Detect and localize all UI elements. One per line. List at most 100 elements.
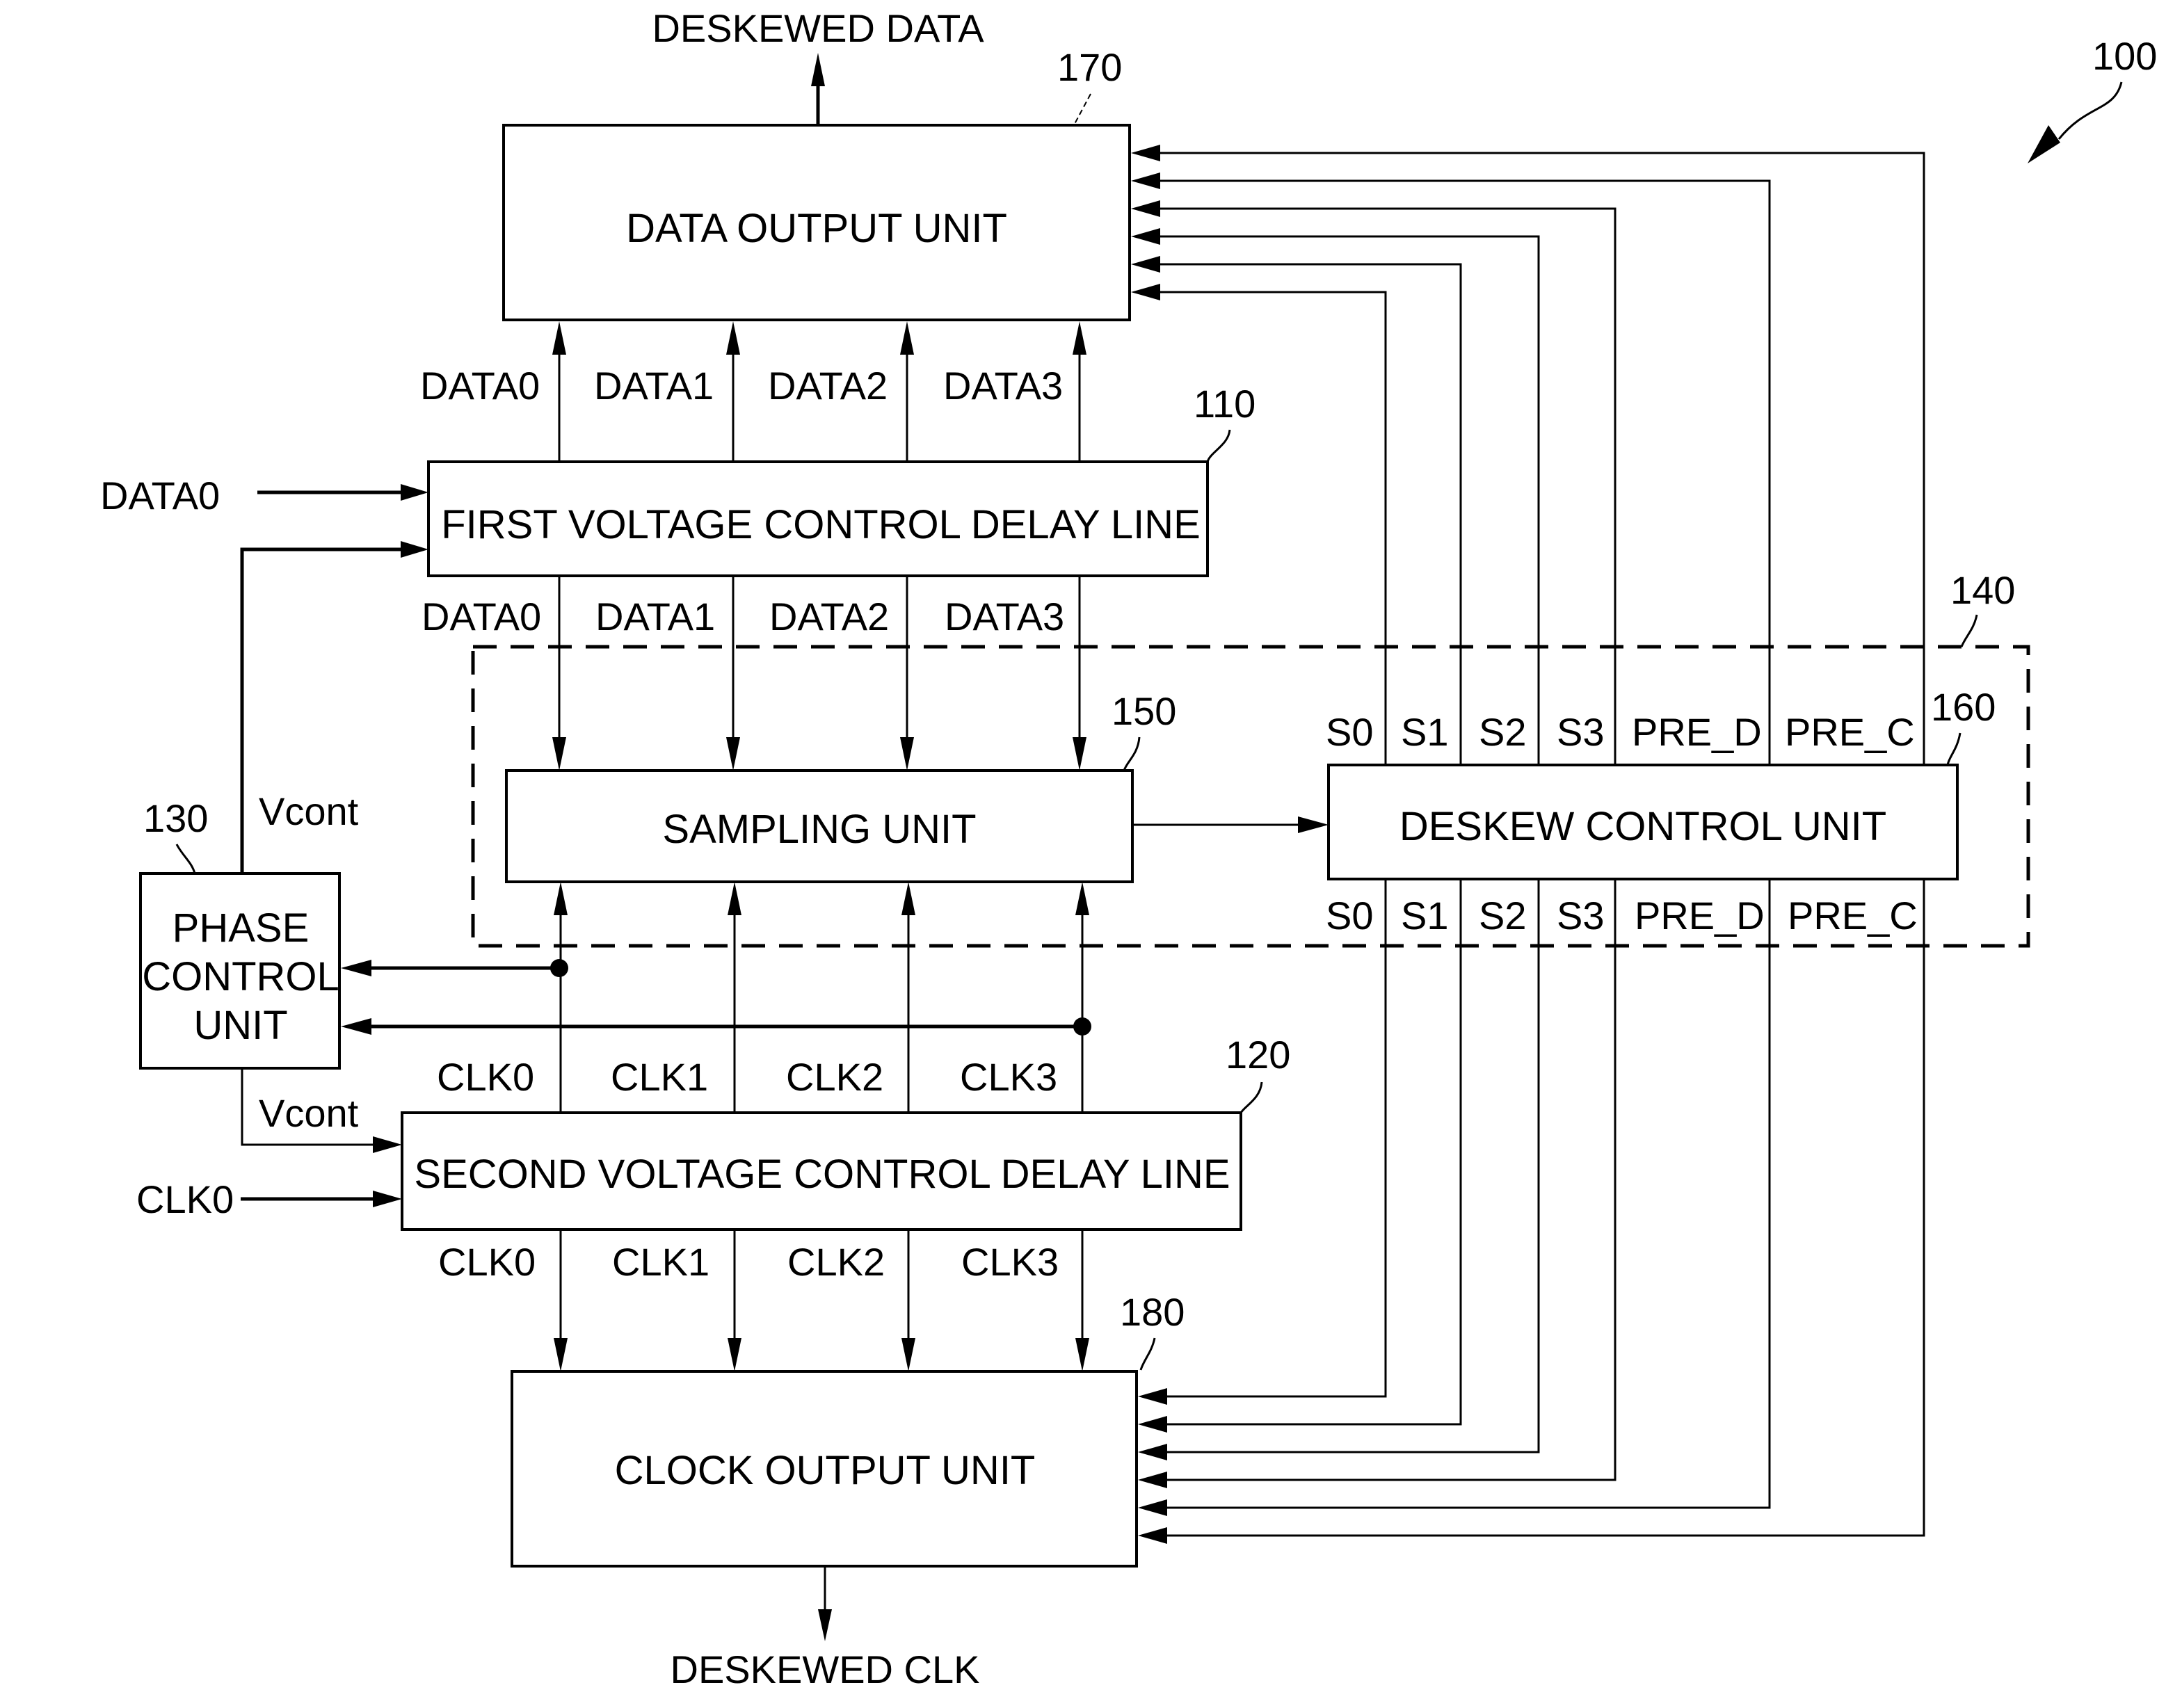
- data0-lower-arrowhead: [552, 737, 566, 771]
- pre-c-upper-label: PRE_C: [1785, 710, 1915, 754]
- clk2-upper-label: CLK2: [786, 1055, 883, 1099]
- sampling-to-deskew-arrowhead: [1298, 816, 1329, 833]
- data1-lower-arrowhead: [726, 737, 740, 771]
- clk3-feedback-arrowhead: [341, 1018, 371, 1035]
- clk1-upper-label: CLK1: [611, 1055, 708, 1099]
- vcont-upper-arrowhead: [401, 541, 428, 558]
- vcont-upper-label: Vcont: [259, 789, 359, 833]
- s2-up-arrowhead: [1131, 228, 1160, 245]
- ref-120-leader: [1240, 1081, 1263, 1113]
- pre-c-down-arrowhead: [1138, 1527, 1167, 1544]
- data2-upper-arrowhead: [900, 321, 914, 355]
- data3-lower-label: DATA3: [945, 595, 1064, 638]
- ref-110-leader: [1206, 429, 1231, 462]
- deskewed-clk-label: DESKEWED CLK: [671, 1647, 980, 1691]
- deskewed-data-label: DESKEWED DATA: [652, 6, 984, 50]
- control-wires-to-clock-output: [1138, 879, 1925, 1544]
- ref-160-leader: [1946, 732, 1962, 766]
- s1-down-arrowhead: [1138, 1416, 1167, 1433]
- data1-upper-arrowhead: [726, 321, 740, 355]
- clk3-upper-label: CLK3: [960, 1055, 1057, 1099]
- clk-input-label: CLK0: [136, 1177, 234, 1221]
- data0-lower-label: DATA0: [422, 595, 541, 638]
- s3-up-arrowhead: [1131, 200, 1160, 217]
- data3-upper-label: DATA3: [943, 364, 1063, 408]
- pre-d-wire-down: [1166, 879, 1771, 1509]
- ref-130-leader: [175, 844, 196, 874]
- ref-180-leader: [1139, 1337, 1156, 1371]
- clk1-lower-label: CLK1: [612, 1240, 709, 1284]
- clk3-lower-arrowhead: [1075, 1338, 1089, 1371]
- ref-180: 180: [1120, 1290, 1185, 1334]
- ref-150: 150: [1112, 689, 1176, 733]
- phase-control-unit-line1: PHASE: [173, 905, 310, 951]
- data0-upper-label: DATA0: [420, 364, 540, 408]
- clk0-upper-arrowhead: [554, 882, 568, 915]
- s0-down-arrowhead: [1138, 1388, 1167, 1405]
- ref-170: 170: [1057, 45, 1122, 89]
- clk3-upper-arrowhead: [1075, 882, 1089, 915]
- ref-140-leader: [1960, 614, 1978, 647]
- s2-lower-label: S2: [1479, 894, 1527, 937]
- s3-lower-label: S3: [1557, 894, 1605, 937]
- vcont-lower-arrowhead: [373, 1136, 402, 1153]
- data-output-unit-label: DATA OUTPUT UNIT: [626, 206, 1007, 251]
- data-input-arrowhead: [401, 484, 428, 501]
- second-vcdl-label: SECOND VOLTAGE CONTROL DELAY LINE: [414, 1152, 1230, 1197]
- data-input-label: DATA0: [100, 474, 220, 517]
- pre-d-wire-up: [1158, 179, 1771, 765]
- clk2-upper-arrowhead: [901, 882, 915, 915]
- sampling-unit-label: SAMPLING UNIT: [662, 807, 976, 852]
- pre-d-upper-label: PRE_D: [1632, 710, 1762, 754]
- pre-c-wire-up: [1158, 152, 1925, 765]
- s2-upper-label: S2: [1479, 710, 1527, 754]
- s1-up-arrowhead: [1131, 256, 1160, 273]
- deskew-circuit-diagram: 100 DESKEWED DATA DATA OUTPUT UNIT 170 F…: [100, 6, 2157, 1691]
- data2-lower-arrowhead: [900, 737, 914, 771]
- data3-upper-arrowhead: [1073, 321, 1086, 355]
- clk2-lower-label: CLK2: [787, 1240, 885, 1284]
- clk1-lower-arrowhead: [728, 1338, 741, 1371]
- data2-lower-label: DATA2: [769, 595, 889, 638]
- s0-upper-label: S0: [1326, 710, 1374, 754]
- s0-lower-label: S0: [1326, 894, 1374, 937]
- data2-upper-label: DATA2: [768, 364, 888, 408]
- s0-up-arrowhead: [1131, 284, 1160, 300]
- clk0-junction-dot: [550, 959, 568, 977]
- clk3-lower-label: CLK3: [961, 1240, 1059, 1284]
- pre-c-up-arrowhead: [1131, 145, 1160, 161]
- control-wires-to-data-output: [1131, 145, 1925, 765]
- ref-150-leader: [1123, 736, 1141, 771]
- data3-lower-arrowhead: [1073, 737, 1086, 771]
- clk0-upper-label: CLK0: [437, 1055, 534, 1099]
- deskew-control-unit-label: DESKEW CONTROL UNIT: [1399, 804, 1886, 849]
- clk0-lower-arrowhead: [554, 1338, 568, 1371]
- data0-upper-arrowhead: [552, 321, 566, 355]
- s1-lower-label: S1: [1401, 894, 1449, 937]
- ref-110: 110: [1194, 382, 1256, 426]
- data1-lower-label: DATA1: [595, 595, 715, 638]
- clk-input-arrowhead: [373, 1191, 402, 1207]
- clk0-feedback-arrowhead: [341, 960, 371, 976]
- figure-ref-100: 100: [2092, 34, 2157, 78]
- ref-140: 140: [1950, 568, 2015, 612]
- s2-wire-up: [1158, 235, 1540, 765]
- clk2-lower-arrowhead: [901, 1338, 915, 1371]
- pre-c-lower-label: PRE_C: [1788, 894, 1918, 937]
- ref-160: 160: [1931, 685, 1996, 729]
- clk1-upper-arrowhead: [728, 882, 741, 915]
- s3-upper-label: S3: [1557, 710, 1605, 754]
- vcont-lower-label: Vcont: [259, 1091, 359, 1135]
- ref-120: 120: [1226, 1033, 1290, 1077]
- phase-control-unit-line3: UNIT: [193, 1003, 287, 1048]
- phase-control-unit-line2: CONTROL: [142, 954, 339, 999]
- pre-d-up-arrowhead: [1131, 172, 1160, 189]
- clk0-lower-label: CLK0: [438, 1240, 536, 1284]
- deskewed-data-arrowhead: [811, 53, 825, 86]
- figure-ref-arrowhead: [2028, 125, 2060, 163]
- pre-c-wire-down: [1166, 879, 1925, 1537]
- pre-d-down-arrowhead: [1138, 1499, 1167, 1516]
- data1-upper-label: DATA1: [594, 364, 714, 408]
- s1-upper-label: S1: [1401, 710, 1449, 754]
- pre-d-lower-label: PRE_D: [1635, 894, 1765, 937]
